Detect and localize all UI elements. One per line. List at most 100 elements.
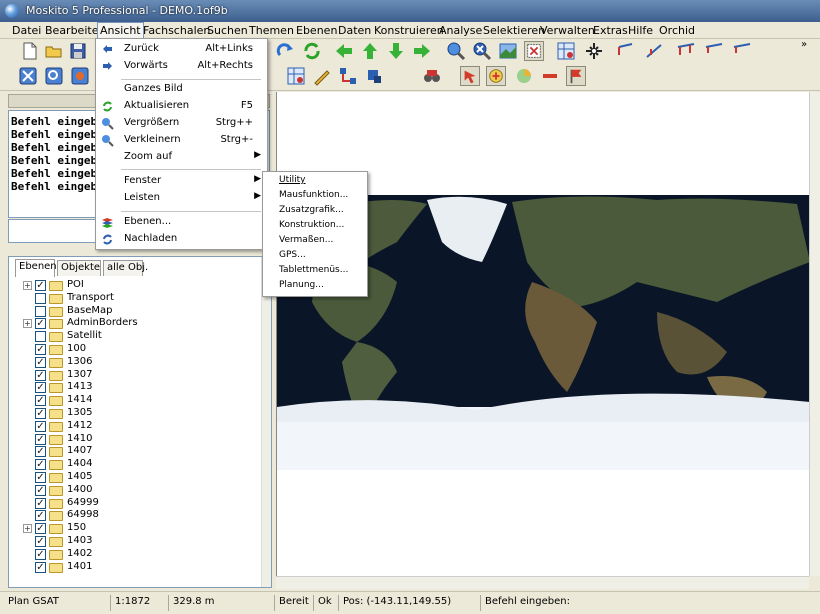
expand-icon[interactable]: + xyxy=(23,281,32,290)
tab-ebenen[interactable]: Ebenen xyxy=(15,259,57,277)
menu-verwalten[interactable]: Verwalten xyxy=(540,24,595,37)
redo-icon[interactable] xyxy=(276,41,296,61)
layer-checkbox[interactable]: ✓ xyxy=(35,369,46,381)
menu-item-zoom-in[interactable]: Vergrößern Strg++ xyxy=(96,115,267,132)
polyline-tool-icon[interactable] xyxy=(644,41,664,61)
pointer-tool-icon[interactable] xyxy=(460,66,480,86)
tab-objekte[interactable]: Objekte xyxy=(57,260,101,276)
layer-checkbox[interactable]: ✓ xyxy=(35,344,46,355)
zoom-selection-icon[interactable] xyxy=(70,66,90,86)
menu-fachschalen[interactable]: Fachschalen xyxy=(143,24,210,37)
layer-checkbox[interactable]: ✓ xyxy=(35,395,46,407)
layer-checkbox[interactable]: ✓ xyxy=(35,561,46,573)
flag-icon[interactable] xyxy=(566,66,586,86)
submenu-item-planning[interactable]: Planung... xyxy=(279,280,324,295)
menu-item-toolbars[interactable]: Leisten ▶ xyxy=(96,190,267,207)
layer-checkbox[interactable]: ✓ xyxy=(35,510,46,522)
layer-checkbox[interactable] xyxy=(35,292,46,304)
menu-hilfe[interactable]: Hilfe xyxy=(628,24,653,37)
menu-ansicht[interactable]: Ansicht xyxy=(97,22,144,39)
layer-checkbox[interactable]: ✓ xyxy=(35,446,46,458)
layer-checkbox[interactable]: ✓ xyxy=(35,408,46,419)
menu-datei[interactable]: Datei xyxy=(12,24,41,37)
submenu-item-extra-graphics[interactable]: Zusatzgrafik... xyxy=(279,205,344,220)
map-view-icon[interactable] xyxy=(498,41,518,61)
menu-selektieren[interactable]: Selektieren xyxy=(483,24,545,37)
expand-icon[interactable]: + xyxy=(23,319,32,329)
submenu-item-dimensioning[interactable]: Vermaßen... xyxy=(279,235,333,250)
measure-tool-icon[interactable] xyxy=(732,41,752,61)
menu-item-refresh[interactable]: Aktualisieren F5 xyxy=(96,98,267,115)
layer-checkbox[interactable]: ✓ xyxy=(35,356,46,368)
toolbar-overflow-icon[interactable]: » xyxy=(801,39,807,50)
layer-checkbox[interactable]: ✓ xyxy=(35,548,46,560)
menu-item-layers[interactable]: Ebenen... xyxy=(96,214,267,231)
menu-item-whole-image[interactable]: Ganzes Bild xyxy=(96,81,267,98)
pie-tool-icon[interactable] xyxy=(514,66,534,86)
arrow-right-icon[interactable] xyxy=(412,41,432,61)
layer-checkbox[interactable] xyxy=(35,305,46,317)
menu-item-forward[interactable]: Vorwärts Alt+Rechts xyxy=(96,58,267,75)
submenu-item-gps[interactable]: GPS... xyxy=(279,250,306,265)
menu-orchid[interactable]: Orchid xyxy=(659,24,695,37)
arrow-down-icon[interactable] xyxy=(386,41,406,61)
layer-checkbox[interactable] xyxy=(35,331,46,343)
submenu-item-construction[interactable]: Konstruktion... xyxy=(279,220,344,235)
crosshair-icon[interactable] xyxy=(584,41,604,61)
layer-grid-icon[interactable] xyxy=(286,66,306,86)
menu-item-zoom-to[interactable]: Zoom auf ▶ xyxy=(96,149,267,166)
expand-icon[interactable]: + xyxy=(23,524,32,534)
tree-scrollbar[interactable] xyxy=(261,257,271,587)
layer-checkbox[interactable]: ✓ xyxy=(35,420,46,432)
menu-item-back[interactable]: Zurück Alt+Links xyxy=(96,41,267,58)
layer-checkbox[interactable]: ✓ xyxy=(35,280,46,291)
menu-ebenen[interactable]: Ebenen xyxy=(296,24,337,37)
menu-extras[interactable]: Extras xyxy=(593,24,628,37)
tab-alle-objekte[interactable]: alle Obj. xyxy=(103,260,148,276)
menu-themen[interactable]: Themen xyxy=(249,24,294,37)
dimension-tool-icon[interactable] xyxy=(676,41,696,61)
cube-tool-icon[interactable] xyxy=(364,66,384,86)
map-vertical-scrollbar[interactable] xyxy=(809,92,820,576)
map-horizontal-scrollbar[interactable] xyxy=(276,576,809,589)
menu-item-window[interactable]: Fenster ▶ xyxy=(96,173,267,190)
layer-checkbox[interactable]: ✓ xyxy=(35,433,46,445)
angle-tool-icon[interactable] xyxy=(704,41,724,61)
layer-checkbox[interactable]: ✓ xyxy=(35,536,46,547)
arrow-left-icon[interactable] xyxy=(334,41,354,61)
select-tool-icon[interactable] xyxy=(524,41,544,61)
zoom-extent-icon[interactable] xyxy=(18,66,38,86)
layer-checkbox[interactable]: ✓ xyxy=(35,484,46,496)
table-grid-icon[interactable] xyxy=(556,41,576,61)
arrow-up-icon[interactable] xyxy=(360,41,380,61)
layer-checkbox[interactable]: ✓ xyxy=(35,318,46,330)
zoom-window-icon[interactable] xyxy=(44,66,64,86)
menu-konstruieren[interactable]: Konstruieren xyxy=(374,24,444,37)
save-icon[interactable] xyxy=(68,41,88,61)
layer-checkbox[interactable]: ✓ xyxy=(35,523,46,535)
layer-checkbox[interactable]: ✓ xyxy=(35,459,46,471)
menu-analyse[interactable]: Analyse xyxy=(439,24,482,37)
zoom-in-icon[interactable] xyxy=(446,41,466,61)
binoculars-icon[interactable] xyxy=(422,66,442,86)
open-folder-icon[interactable] xyxy=(44,41,64,61)
layer-checkbox[interactable]: ✓ xyxy=(35,382,46,394)
submenu-item-mouse-function[interactable]: Mausfunktion... xyxy=(279,190,348,205)
pen-tool-icon[interactable] xyxy=(312,66,332,86)
submenu-item-tablet-menus[interactable]: Tablettmenüs... xyxy=(279,265,348,280)
line-tool-icon[interactable] xyxy=(616,41,636,61)
map-view[interactable] xyxy=(276,92,810,576)
refresh-icon[interactable] xyxy=(302,41,322,61)
layer-checkbox[interactable]: ✓ xyxy=(35,472,46,483)
new-file-icon[interactable] xyxy=(20,41,40,61)
zoom-cancel-icon[interactable] xyxy=(472,41,492,61)
menu-item-zoom-out[interactable]: Verkleinern Strg+- xyxy=(96,132,267,149)
submenu-item-utility[interactable]: Utility xyxy=(279,175,305,190)
highlight-tool-icon[interactable] xyxy=(486,66,506,86)
menu-item-reload[interactable]: Nachladen xyxy=(96,231,267,248)
menu-suchen[interactable]: Suchen xyxy=(207,24,248,37)
network-tool-icon[interactable] xyxy=(338,66,358,86)
layer-checkbox[interactable]: ✓ xyxy=(35,497,46,509)
minus-icon[interactable] xyxy=(540,66,560,86)
menu-daten[interactable]: Daten xyxy=(338,24,371,37)
